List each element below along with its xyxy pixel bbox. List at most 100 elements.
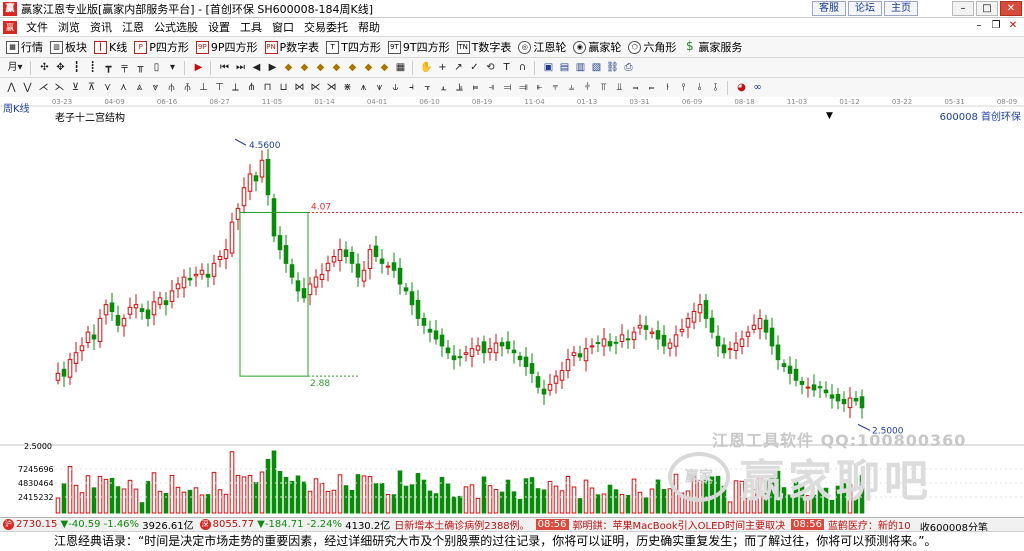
tool-9t-square[interactable]: 9T 9T四方形	[387, 39, 450, 55]
tool-9p-square[interactable]: 9P 9P四方形	[195, 39, 258, 55]
menu-gann[interactable]: 江恩	[117, 19, 149, 35]
split-tool-icon[interactable]: ╥	[133, 60, 148, 75]
lasso-tool-icon[interactable]: ⟲	[483, 60, 498, 75]
text-tool-icon[interactable]: T	[499, 60, 514, 75]
mdi-minimize-icon[interactable]: –	[972, 20, 986, 34]
period-label[interactable]: 周K线	[3, 100, 30, 115]
news-item-3[interactable]: 蓝鹤医疗：新的10	[828, 518, 911, 531]
print-icon[interactable]: ⎙	[621, 60, 636, 75]
fan-tool-29-icon[interactable]: ⫡	[452, 80, 467, 95]
tool-winner-wheel[interactable]: ◉ 赢家轮	[573, 39, 621, 55]
prev-icon[interactable]: ◀	[249, 60, 264, 75]
fan-tool-5-icon[interactable]: ⊻	[68, 80, 83, 95]
diamond-tool-6-icon[interactable]: ◆	[361, 60, 376, 75]
fan-tool-26-icon[interactable]: ⫞	[404, 80, 419, 95]
news-item-2[interactable]: 郭明錤：苹果MacBook引入OLED时间主要取决	[573, 518, 786, 531]
fan-tool-23-icon[interactable]: ⩚	[356, 80, 371, 95]
tool-t-square[interactable]: T T四方形	[326, 39, 381, 55]
fan-tool-25-icon[interactable]: ⫝	[388, 80, 403, 95]
tool-p-table[interactable]: PN P数字表	[264, 39, 319, 55]
tool-blocks[interactable]: ▥ 板块	[50, 39, 87, 55]
fan-tool-45-icon[interactable]: ⫱	[708, 80, 723, 95]
fan-tool-35-icon[interactable]: ⫧	[548, 80, 563, 95]
fan-tool-24-icon[interactable]: ⩛	[372, 80, 387, 95]
tool-quotes[interactable]: ▦ 行情	[6, 39, 43, 55]
fan-tool-36-icon[interactable]: ⫨	[564, 80, 579, 95]
calendar-icon[interactable]: ▥	[573, 60, 588, 75]
next-icon[interactable]: ⏭	[233, 60, 248, 75]
fan-tool-17-icon[interactable]: ⊓	[260, 80, 275, 95]
fan-tool-37-icon[interactable]: ⫩	[580, 80, 595, 95]
fan-tool-19-icon[interactable]: ⋈	[292, 80, 307, 95]
maximize-icon[interactable]: □	[976, 1, 998, 16]
diamond-tool-2-icon[interactable]: ◆	[297, 60, 312, 75]
fan-tool-12-icon[interactable]: ⫚	[180, 80, 195, 95]
fan-tool-13-icon[interactable]: ⊥	[196, 80, 211, 95]
fan-tool-34-icon[interactable]: ⫦	[532, 80, 547, 95]
fan-tool-15-icon[interactable]: ⟂	[228, 80, 243, 95]
tool-gann-wheel[interactable]: ◎ 江恩轮	[518, 39, 566, 55]
link-icon[interactable]: ⛓	[605, 60, 620, 75]
fan-tool-18-icon[interactable]: ⊔	[276, 80, 291, 95]
mdi-close-icon[interactable]: ✕	[1006, 20, 1020, 34]
fan-tool-14-icon[interactable]: ⊤	[212, 80, 227, 95]
move-icon[interactable]: ✥	[53, 60, 68, 75]
grid-tool-icon[interactable]: ▦	[393, 60, 408, 75]
pie-icon[interactable]: ◕	[734, 80, 749, 95]
diamond-tool-5-icon[interactable]: ◆	[345, 60, 360, 75]
close-icon[interactable]: ✕	[1000, 1, 1022, 16]
fork-tool-icon[interactable]: ╤	[117, 60, 132, 75]
mdi-restore-icon[interactable]: ❐	[989, 20, 1003, 34]
hand-tool-icon[interactable]: ✋	[419, 60, 434, 75]
fan-tool-11-icon[interactable]: ⫛	[164, 80, 179, 95]
menu-help[interactable]: 帮助	[353, 19, 385, 35]
tool-kline[interactable]: ┃ K线	[94, 39, 127, 55]
comb-tool-icon[interactable]: ┳	[101, 60, 116, 75]
fan-tool-2-icon[interactable]: ⋁	[20, 80, 35, 95]
diamond-tool-7-icon[interactable]: ◆	[377, 60, 392, 75]
fan-tool-7-icon[interactable]: ⋎	[100, 80, 115, 95]
menu-tools[interactable]: 工具	[235, 19, 267, 35]
fan-tool-16-icon[interactable]: ⋔	[244, 80, 259, 95]
fan-tool-40-icon[interactable]: ⫬	[628, 80, 643, 95]
fan-tool-41-icon[interactable]: ⫭	[644, 80, 659, 95]
candle-tool-icon[interactable]: ┇	[69, 60, 84, 75]
fan-tool-28-icon[interactable]: ⫠	[436, 80, 451, 95]
period-select-icon[interactable]: 月▾	[4, 60, 26, 75]
diamond-tool-4-icon[interactable]: ◆	[329, 60, 344, 75]
tool-p-square[interactable]: P P四方形	[134, 39, 189, 55]
bars-tool-icon[interactable]: ┋	[85, 60, 100, 75]
fan-tool-1-icon[interactable]: ⋀	[4, 80, 19, 95]
menu-browse[interactable]: 浏览	[53, 19, 85, 35]
fan-tool-32-icon[interactable]: ⫤	[500, 80, 515, 95]
link-service[interactable]: 客服	[812, 1, 846, 16]
menu-window[interactable]: 窗口	[267, 19, 299, 35]
kline-chart[interactable]: 03-23 04-09 06-16 08-27 11-05 01-14 04-01 06-10…	[0, 97, 1024, 517]
tool-t-table[interactable]: TN T数字表	[456, 39, 511, 55]
calc-icon[interactable]: ▣	[541, 60, 556, 75]
diamond-tool-1-icon[interactable]: ◆	[281, 60, 296, 75]
table-icon[interactable]: ▤	[557, 60, 572, 75]
play-icon[interactable]: ▶	[265, 60, 280, 75]
fan-tool-44-icon[interactable]: ⫰	[692, 80, 707, 95]
diamond-tool-3-icon[interactable]: ◆	[313, 60, 328, 75]
tool-hexagon[interactable]: ⬡ 六角形	[628, 39, 676, 55]
column-tool-icon[interactable]: ▯	[149, 60, 164, 75]
news-item-1[interactable]: 日新增本土确诊病例2388例。	[394, 518, 529, 531]
check-tool-icon[interactable]: ✓	[467, 60, 482, 75]
fan-tool-27-icon[interactable]: ⫟	[420, 80, 435, 95]
tool-service[interactable]: $ 赢家服务	[683, 39, 742, 55]
minimize-icon[interactable]: –	[952, 1, 974, 16]
menu-trade[interactable]: 交易委托	[299, 19, 353, 35]
first-icon[interactable]: ⏮	[217, 60, 232, 75]
fan-tool-43-icon[interactable]: ⫯	[676, 80, 691, 95]
fan-tool-9-icon[interactable]: ⩓	[132, 80, 147, 95]
fan-tool-4-icon[interactable]: ⋋	[52, 80, 67, 95]
menu-file[interactable]: 文件	[21, 19, 53, 35]
fan-tool-10-icon[interactable]: ⩔	[148, 80, 163, 95]
cross-cursor-icon[interactable]: ✣	[37, 60, 52, 75]
option-tool-icon[interactable]: ▾	[165, 60, 180, 75]
magnet-tool-icon[interactable]: ∩	[515, 60, 530, 75]
fan-tool-6-icon[interactable]: ⊼	[84, 80, 99, 95]
fan-tool-20-icon[interactable]: ⋉	[308, 80, 323, 95]
